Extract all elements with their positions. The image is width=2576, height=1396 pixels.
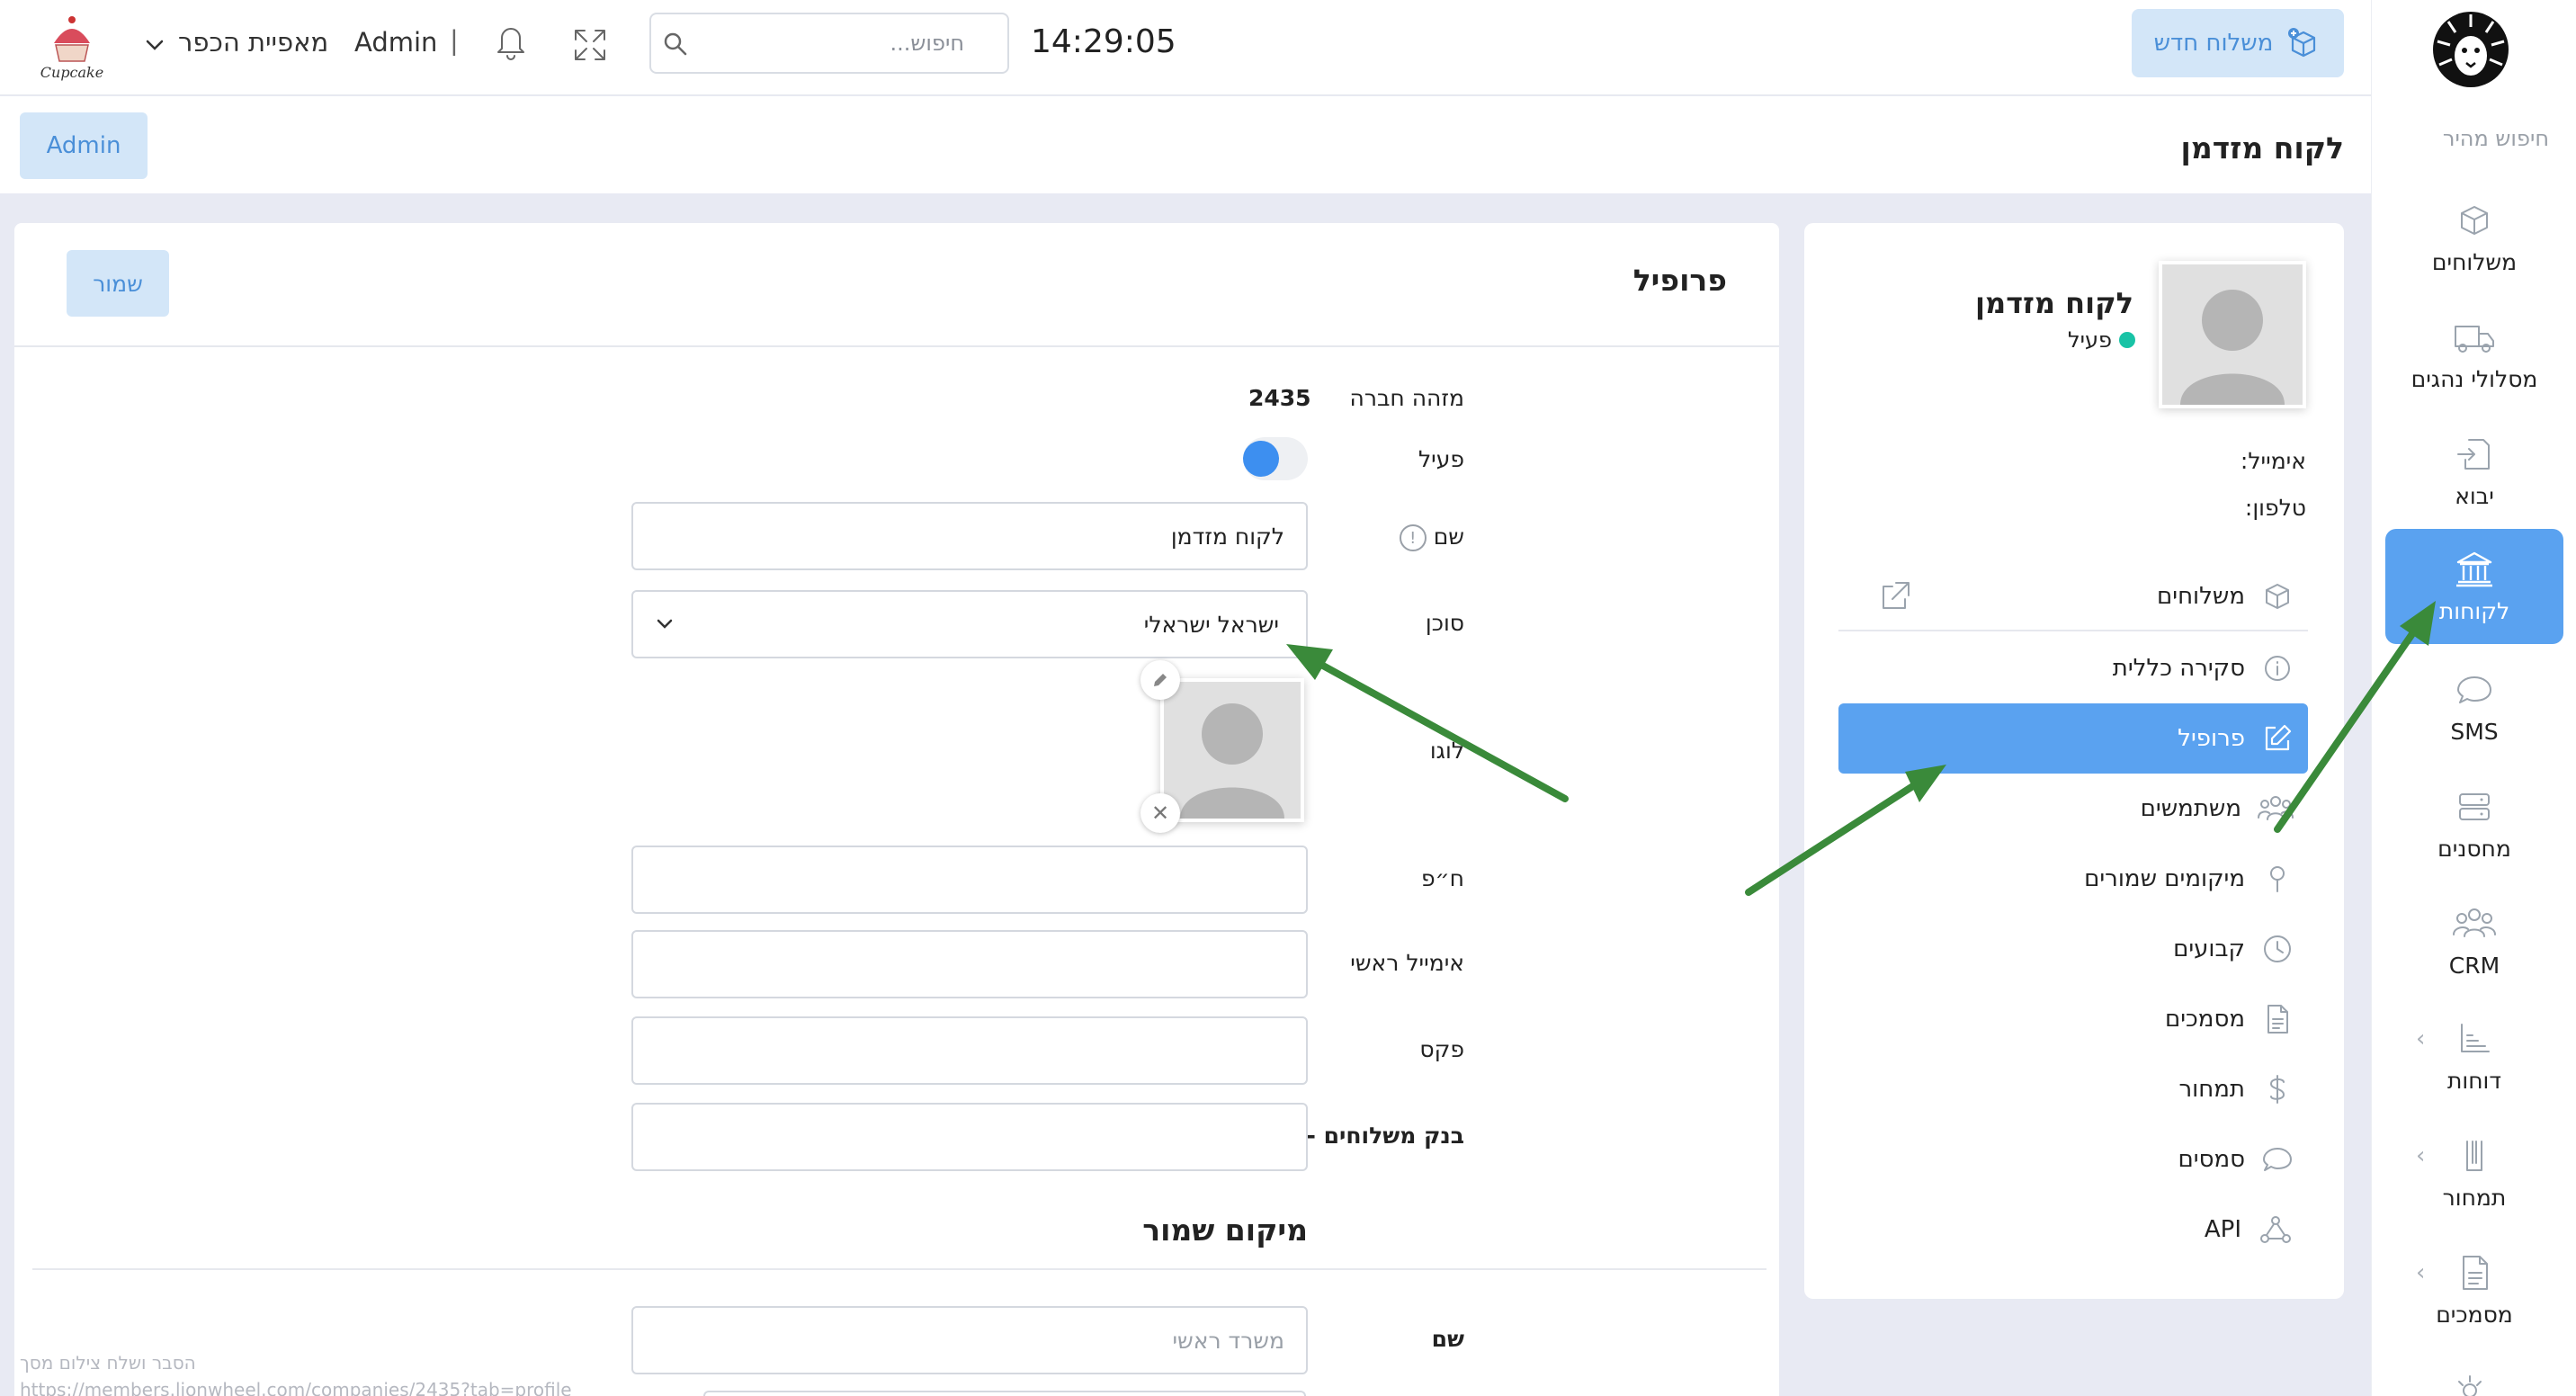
annotation-arrow-profile <box>1745 777 1925 896</box>
annotation-arrow-agent <box>1310 657 1569 802</box>
annotation-arrows <box>1286 601 2436 896</box>
annotation-arrow-head <box>1286 644 1333 680</box>
annotation-arrow-head <box>1905 765 1946 802</box>
annotation-arrow-customers <box>2274 622 2421 833</box>
